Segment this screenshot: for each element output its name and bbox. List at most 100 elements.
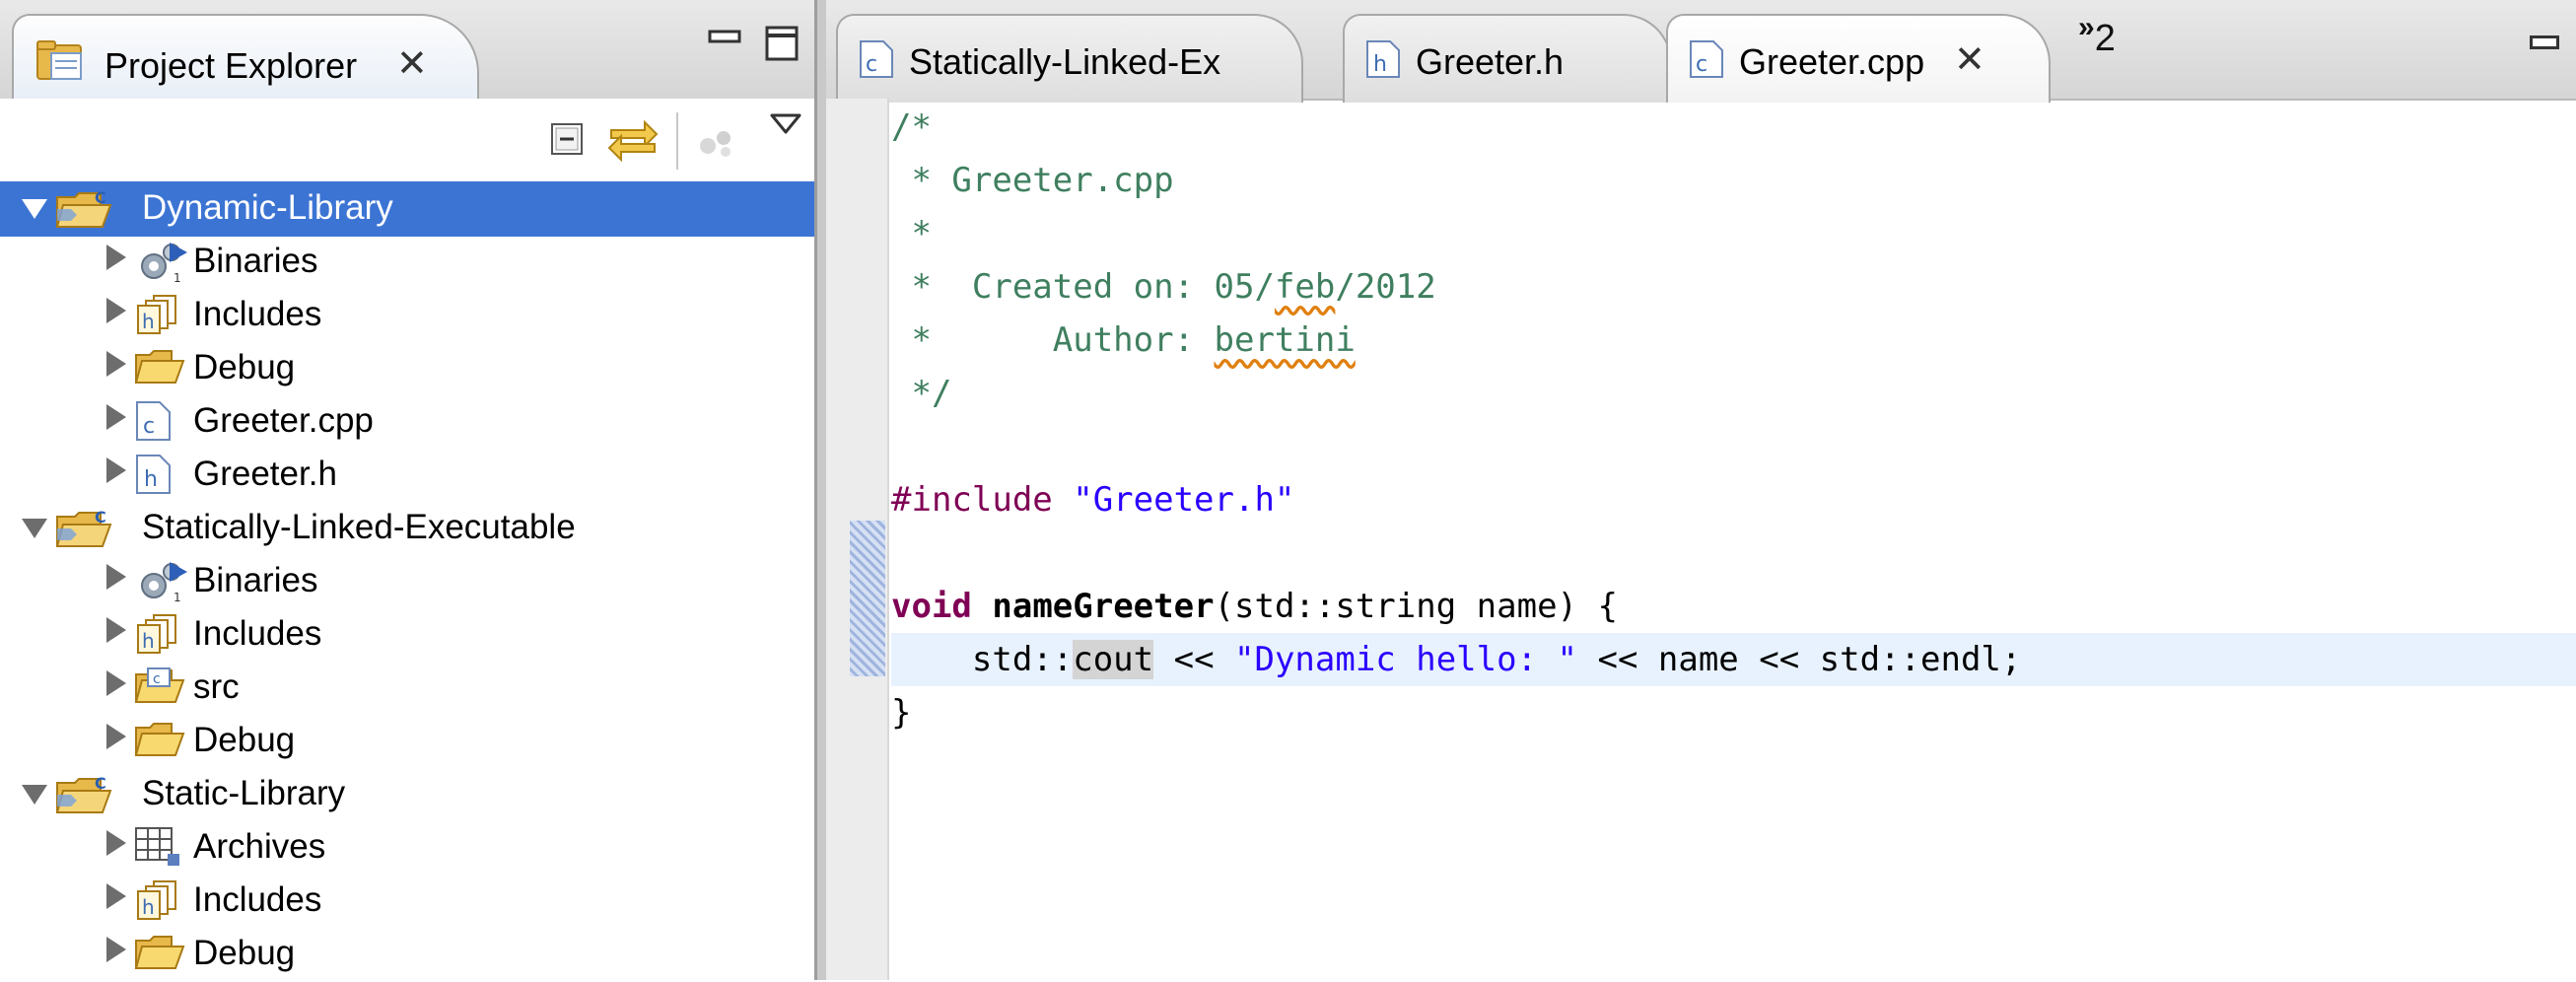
tab-label: Statically-Linked-Ex	[909, 41, 1221, 82]
svg-text:c: c	[143, 414, 155, 439]
maximize-icon[interactable]	[763, 24, 802, 63]
tree-project-node[interactable]: C Statically-Linked-Executable	[0, 501, 814, 556]
tree-item-label: Archives	[193, 827, 326, 866]
svg-text:h: h	[142, 310, 155, 333]
code-line: * Greeter.cpp	[891, 161, 1174, 200]
collapse-all-icon[interactable]	[548, 120, 588, 160]
explorer-tab-title: Project Explorer	[104, 45, 358, 86]
tree-item[interactable]: h Includes	[0, 874, 814, 929]
tree-item[interactable]: Debug	[0, 927, 814, 982]
project-explorer-panel: Project Explorer ✕ C Dynamic-Library 1 B…	[0, 0, 829, 982]
folder-icon	[134, 720, 185, 764]
tree-item[interactable]: Debug	[0, 341, 814, 396]
collapsed-arrow-icon[interactable]	[106, 298, 126, 323]
svg-text:C: C	[95, 774, 106, 793]
svg-text:1: 1	[174, 271, 181, 284]
tab-label: Greeter.h	[1416, 41, 1565, 82]
expanded-arrow-icon[interactable]	[22, 785, 47, 805]
code-line: *	[891, 214, 932, 253]
tree-item[interactable]: c src	[0, 661, 814, 716]
svg-text:C: C	[95, 188, 106, 207]
c-file-icon: c	[860, 40, 893, 78]
toolbar-separator	[676, 112, 678, 170]
tab-label: Greeter.cpp	[1739, 41, 1925, 82]
occurrence-highlight: cout	[1073, 640, 1154, 679]
folder-icon	[134, 347, 185, 391]
minimize-icon[interactable]	[2530, 35, 2559, 49]
collapsed-arrow-icon[interactable]	[106, 883, 126, 909]
tree-item[interactable]: h Includes	[0, 607, 814, 663]
tab-overflow-button[interactable]: »2	[2078, 11, 2116, 60]
svg-text:h: h	[144, 467, 158, 492]
source-folder-icon: c	[134, 666, 185, 711]
svg-text:C: C	[95, 508, 106, 526]
tree-item[interactable]: h Includes	[0, 288, 814, 343]
explorer-tab-bar: Project Explorer ✕	[0, 0, 826, 103]
collapsed-arrow-icon[interactable]	[106, 457, 126, 483]
tree-project-node[interactable]: C Static-Library	[0, 767, 814, 822]
tree-project-node[interactable]: C Dynamic-Library	[0, 181, 814, 237]
change-marker	[850, 521, 885, 676]
svg-text:h: h	[1373, 52, 1387, 77]
tree-item[interactable]: 1 Binaries	[0, 235, 814, 290]
expanded-arrow-icon[interactable]	[22, 519, 47, 538]
collapsed-arrow-icon[interactable]	[106, 351, 126, 377]
editor-tab-bar: c Statically-Linked-Ex h Greeter.h c Gre…	[826, 0, 2576, 103]
tree-item-label: Greeter.h	[193, 455, 337, 493]
tree-item-label: Statically-Linked-Executable	[142, 508, 576, 546]
tree-item-label: Static-Library	[142, 774, 346, 812]
code-line: /*	[891, 107, 932, 147]
close-icon[interactable]: ✕	[396, 41, 428, 86]
collapsed-arrow-icon[interactable]	[106, 670, 126, 696]
c-project-folder-icon: C	[55, 507, 116, 555]
collapsed-arrow-icon[interactable]	[106, 245, 126, 270]
code-line: }	[891, 693, 912, 733]
code-line: */	[891, 374, 952, 413]
tree-item-label: Binaries	[193, 242, 318, 280]
folder-icon	[134, 933, 185, 977]
filter-icon[interactable]	[696, 124, 739, 160]
tree-item[interactable]: 1 Binaries	[0, 554, 814, 609]
view-menu-icon[interactable]	[769, 110, 802, 138]
svg-text:c: c	[1696, 52, 1707, 77]
collapsed-arrow-icon[interactable]	[106, 937, 126, 962]
tab-project-explorer[interactable]: Project Explorer ✕	[12, 14, 479, 103]
tree-item-label: Greeter.cpp	[193, 401, 374, 440]
overflow-chevron-icon: »	[2078, 11, 2095, 43]
tab-greeter-cpp[interactable]: c Greeter.cpp ✕	[1666, 14, 2051, 103]
tree-item[interactable]: c Greeter.cpp	[0, 394, 814, 450]
collapsed-arrow-icon[interactable]	[106, 724, 126, 749]
collapsed-arrow-icon[interactable]	[106, 830, 126, 856]
tree-item[interactable]: Debug	[0, 714, 814, 769]
editor-panel: c Statically-Linked-Ex h Greeter.h c Gre…	[826, 0, 2576, 980]
expanded-arrow-icon[interactable]	[22, 199, 47, 219]
collapsed-arrow-icon[interactable]	[106, 617, 126, 643]
close-icon[interactable]: ✕	[1954, 37, 1985, 82]
tree-item-label: Debug	[193, 934, 296, 972]
minimize-icon[interactable]	[706, 24, 745, 53]
binaries-icon: 1	[134, 241, 191, 289]
tab-greeter-h[interactable]: h Greeter.h	[1343, 14, 1672, 103]
svg-text:h: h	[142, 895, 155, 919]
code-line: * Created on: 05/feb/2012	[891, 267, 1436, 307]
code-line: void nameGreeter(std::string name) {	[891, 587, 1618, 626]
code-line: #include "Greeter.h"	[891, 480, 1295, 520]
tree-item[interactable]: Archives	[0, 820, 814, 876]
includes-icon: h	[134, 879, 181, 926]
current-line: std::cout << "Dynamic hello: " << name <…	[891, 633, 2576, 686]
tree-item-label: src	[193, 667, 240, 706]
code-area[interactable]: /* * Greeter.cpp * * Created on: 05/feb/…	[891, 99, 2576, 980]
editor-gutter[interactable]	[826, 99, 889, 980]
includes-icon: h	[134, 613, 181, 660]
collapsed-arrow-icon[interactable]	[106, 564, 126, 590]
tab-statically-linked-ex[interactable]: c Statically-Linked-Ex	[836, 14, 1303, 103]
svg-text:1: 1	[174, 591, 181, 603]
link-with-editor-icon[interactable]	[605, 114, 661, 164]
tree-item-label: Includes	[193, 614, 322, 653]
binaries-icon: 1	[134, 560, 191, 608]
svg-text:h: h	[142, 629, 155, 653]
tree-item-label: Includes	[193, 295, 322, 333]
tree-item[interactable]: h Greeter.h	[0, 448, 814, 503]
explorer-toolbar	[0, 99, 826, 181]
collapsed-arrow-icon[interactable]	[106, 404, 126, 430]
